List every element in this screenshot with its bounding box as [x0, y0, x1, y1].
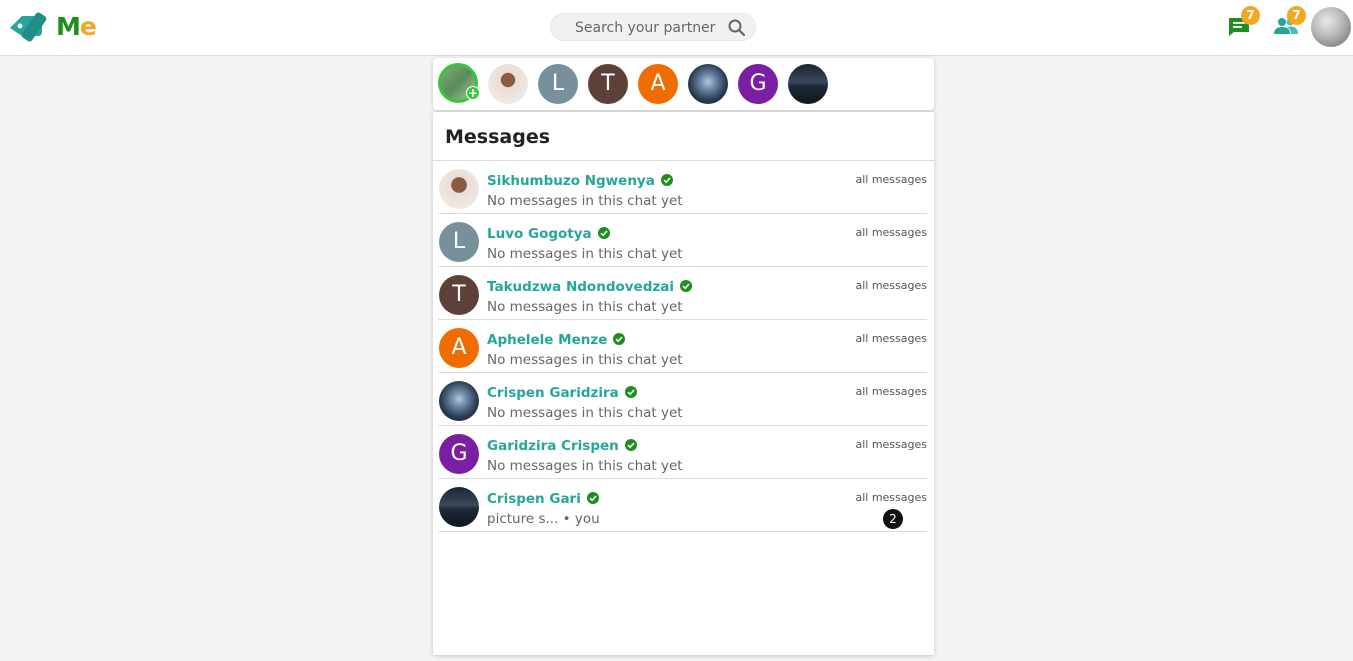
message-preview: No messages in this chat yet	[487, 193, 683, 209]
brand-letter-e: e	[79, 12, 97, 41]
conversation-row[interactable]: A Aphelele Menze No messages in this cha…	[438, 320, 927, 373]
search-input[interactable]	[575, 18, 725, 38]
contact-name[interactable]: Aphelele Menze	[487, 332, 626, 348]
verified-icon	[679, 280, 692, 292]
message-preview: No messages in this chat yet	[487, 352, 683, 368]
messages-badge: 7	[1241, 6, 1260, 25]
verified-icon	[613, 333, 626, 345]
all-messages-link[interactable]: all messages	[855, 226, 927, 239]
all-messages-link[interactable]: all messages	[855, 173, 927, 186]
contact-avatar[interactable]: L	[439, 222, 479, 262]
messages-button[interactable]: 7	[1220, 6, 1260, 46]
conversation-row[interactable]: T Takudzwa Ndondovedzai No messages in t…	[438, 267, 927, 320]
verified-icon	[586, 492, 599, 504]
contact-name-text: Sikhumbuzo Ngwenya	[487, 173, 655, 189]
verified-icon	[660, 174, 673, 186]
brand-letter-m: M	[56, 12, 81, 41]
all-messages-link[interactable]: all messages	[855, 385, 927, 398]
contact-name-text: Takudzwa Ndondovedzai	[487, 279, 674, 295]
stories-strip: L T A G	[433, 58, 934, 110]
conversation-row[interactable]: Crispen Garidzira No messages in this ch…	[438, 373, 927, 426]
conversation-row[interactable]: Crispen Gari picture s... • you all mess…	[438, 479, 927, 532]
contact-avatar[interactable]	[439, 381, 479, 421]
tag-logo-icon[interactable]	[8, 10, 48, 46]
all-messages-link[interactable]: all messages	[855, 438, 927, 451]
contact-avatar[interactable]: G	[439, 434, 479, 474]
story-avatar[interactable]	[688, 64, 728, 104]
contact-avatar[interactable]	[439, 169, 479, 209]
all-messages-link[interactable]: all messages	[855, 279, 927, 292]
message-preview: No messages in this chat yet	[487, 458, 683, 474]
messages-panel: Messages Sikhumbuzo Ngwenya No messages …	[433, 112, 934, 655]
contact-name[interactable]: Crispen Garidzira	[487, 385, 637, 401]
contact-name[interactable]: Sikhumbuzo Ngwenya	[487, 173, 673, 189]
unread-count-badge: 2	[883, 509, 903, 529]
contact-avatar[interactable]	[439, 487, 479, 527]
verified-icon	[597, 227, 610, 239]
contact-name[interactable]: Luvo Gogotya	[487, 226, 610, 242]
contact-name-text: Aphelele Menze	[487, 332, 608, 348]
add-story-icon[interactable]: +	[466, 86, 480, 100]
message-preview: picture s... • you	[487, 511, 600, 527]
top-navbar: Me 7 7	[0, 0, 1353, 56]
all-messages-link[interactable]: all messages	[855, 491, 927, 504]
contact-name[interactable]: Takudzwa Ndondovedzai	[487, 279, 692, 295]
contact-avatar[interactable]: T	[439, 275, 479, 315]
search-icon[interactable]	[727, 18, 747, 38]
story-avatar[interactable]: T	[588, 64, 628, 104]
verified-icon	[624, 439, 637, 451]
search-bar	[550, 13, 756, 41]
message-preview: No messages in this chat yet	[487, 246, 683, 262]
messages-title: Messages	[445, 126, 551, 148]
story-avatar[interactable]: G	[738, 64, 778, 104]
story-avatar[interactable]: A	[638, 64, 678, 104]
partners-button[interactable]: 7	[1266, 6, 1306, 46]
partners-badge: 7	[1287, 6, 1306, 25]
message-preview: No messages in this chat yet	[487, 299, 683, 315]
contact-name[interactable]: Crispen Gari	[487, 491, 599, 507]
conversation-row[interactable]: G Garidzira Crispen No messages in this …	[438, 426, 927, 479]
brand-name[interactable]: Me	[56, 12, 97, 41]
contact-name[interactable]: Garidzira Crispen	[487, 438, 637, 454]
story-avatar[interactable]: L	[538, 64, 578, 104]
contact-name-text: Crispen Garidzira	[487, 385, 619, 401]
story-avatar[interactable]	[488, 64, 528, 104]
contact-name-text: Crispen Gari	[487, 491, 581, 507]
conversation-row[interactable]: L Luvo Gogotya No messages in this chat …	[438, 214, 927, 267]
contact-name-text: Luvo Gogotya	[487, 226, 592, 242]
message-preview: No messages in this chat yet	[487, 405, 683, 421]
story-avatar[interactable]	[788, 64, 828, 104]
profile-avatar[interactable]	[1311, 7, 1351, 47]
all-messages-link[interactable]: all messages	[855, 332, 927, 345]
conversation-row[interactable]: Sikhumbuzo Ngwenya No messages in this c…	[438, 161, 927, 214]
contact-name-text: Garidzira Crispen	[487, 438, 619, 454]
contact-avatar[interactable]: A	[439, 328, 479, 368]
verified-icon	[624, 386, 637, 398]
